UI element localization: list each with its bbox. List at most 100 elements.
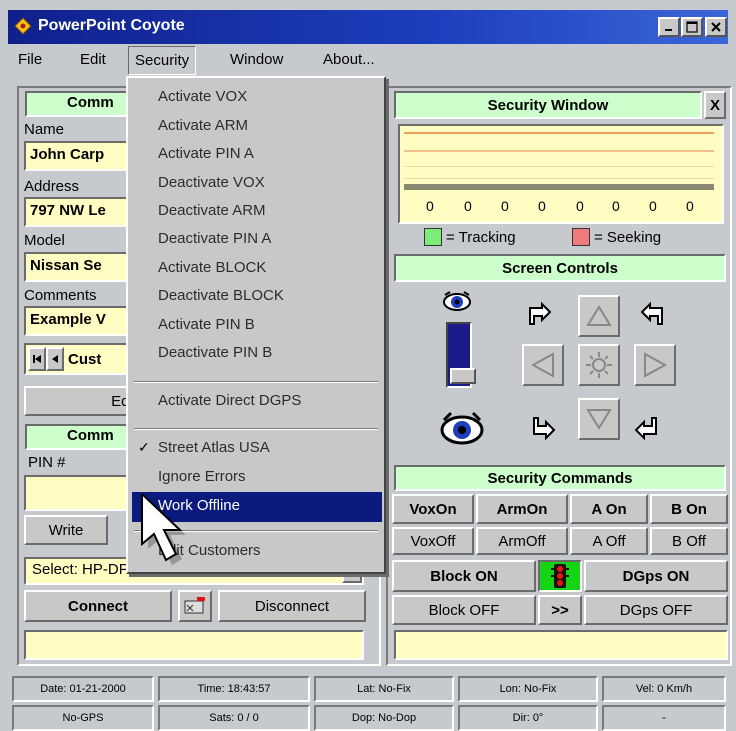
b-off-button[interactable]: B Off <box>650 527 728 555</box>
eye-large-icon[interactable] <box>438 408 486 448</box>
a-on-button[interactable]: A On <box>570 494 648 524</box>
pin-field[interactable] <box>24 475 134 511</box>
minimize-icon[interactable] <box>658 17 680 37</box>
address-field[interactable]: 797 NW Le <box>24 197 134 227</box>
pan-right-button[interactable] <box>634 344 676 386</box>
security-window-close[interactable]: X <box>704 91 726 119</box>
menu-window[interactable]: Window <box>230 51 283 68</box>
disconnect-button[interactable]: Disconnect <box>218 590 366 622</box>
window-title: PowerPoint Coyote <box>38 17 185 34</box>
left-message-bar <box>24 630 364 660</box>
rotate-cw-down-icon[interactable] <box>632 410 662 441</box>
menu-about[interactable]: About... <box>323 51 375 68</box>
customer-nav-text: Cust <box>68 351 102 368</box>
menu-activate-pin-b[interactable]: Activate PIN B <box>158 316 255 333</box>
menu-file[interactable]: File <box>18 51 42 68</box>
security-window-title: Security Window <box>394 91 702 119</box>
meter-value: 0 <box>612 198 620 214</box>
menu-activate-vox[interactable]: Activate VOX <box>158 88 247 105</box>
next-button[interactable]: >> <box>538 595 582 625</box>
menu-edit[interactable]: Edit <box>80 51 106 68</box>
close-icon[interactable] <box>705 17 727 37</box>
dgps-on-button[interactable]: DGps ON <box>584 560 728 592</box>
meter-value: 0 <box>464 198 472 214</box>
tracking-legend: = Tracking <box>446 229 516 246</box>
seeking-swatch <box>572 228 590 246</box>
connect-button[interactable]: Connect <box>24 590 172 622</box>
name-label: Name <box>24 121 65 138</box>
menu-bar: File Edit Security Window About... <box>8 44 728 76</box>
pan-down-button[interactable] <box>578 398 620 440</box>
menu-street-atlas[interactable]: Street Atlas USA <box>158 439 270 456</box>
meter-value: 0 <box>501 198 509 214</box>
meter-value: 0 <box>426 198 434 214</box>
meter-value: 0 <box>576 198 584 214</box>
menu-activate-arm[interactable]: Activate ARM <box>158 117 248 134</box>
mouse-cursor-icon <box>140 491 186 566</box>
rotate-ccw-down-icon[interactable] <box>528 410 558 441</box>
modem-icon[interactable] <box>178 590 212 622</box>
menu-deactivate-pin-b[interactable]: Deactivate PIN B <box>158 344 272 361</box>
address-label: Address <box>24 178 80 195</box>
app-icon <box>14 17 32 35</box>
prev-record-icon[interactable] <box>46 347 64 371</box>
eye-small-icon[interactable] <box>442 290 472 314</box>
status-blank: - <box>602 705 726 731</box>
rotate-cw-up-icon[interactable] <box>638 300 668 330</box>
right-message-bar <box>394 630 728 660</box>
status-sats: Sats: 0 / 0 <box>158 705 310 731</box>
meter-value: 0 <box>538 198 546 214</box>
dgps-off-button[interactable]: DGps OFF <box>584 595 728 625</box>
menu-deactivate-block[interactable]: Deactivate BLOCK <box>158 287 284 304</box>
block-on-button[interactable]: Block ON <box>392 560 536 592</box>
meter-value: 0 <box>686 198 694 214</box>
pan-up-button[interactable] <box>578 295 620 337</box>
menu-separator <box>134 381 378 383</box>
write-button[interactable]: Write <box>24 515 108 545</box>
status-dir: Dir: 0° <box>458 705 598 731</box>
menu-activate-block[interactable]: Activate BLOCK <box>158 259 266 276</box>
status-bar: Date: 01-21-2000 Time: 18:43:57 Lat: No-… <box>8 676 730 731</box>
zoom-slider[interactable] <box>446 322 484 394</box>
name-field[interactable]: John Carp <box>24 141 134 171</box>
arm-on-button[interactable]: ArmOn <box>476 494 568 524</box>
status-time: Time: 18:43:57 <box>158 676 310 702</box>
status-date: Date: 01-21-2000 <box>12 676 154 702</box>
menu-activate-direct-dgps[interactable]: Activate Direct DGPS <box>158 392 301 409</box>
status-dop: Dop: No-Dop <box>314 705 454 731</box>
screen-controls-header: Screen Controls <box>394 254 726 282</box>
menu-activate-pin-a[interactable]: Activate PIN A <box>158 145 254 162</box>
menu-deactivate-pin-a[interactable]: Deactivate PIN A <box>158 230 271 247</box>
menu-security[interactable]: Security <box>128 46 197 75</box>
vox-off-button[interactable]: VoxOff <box>392 527 474 555</box>
menu-deactivate-vox[interactable]: Deactivate VOX <box>158 174 265 191</box>
maximize-icon[interactable] <box>681 17 703 37</box>
center-view-button[interactable] <box>578 344 620 386</box>
first-record-icon[interactable] <box>28 347 46 371</box>
menu-ignore-errors[interactable]: Ignore Errors <box>158 468 246 485</box>
b-on-button[interactable]: B On <box>650 494 728 524</box>
block-off-button[interactable]: Block OFF <box>392 595 536 625</box>
seeking-legend: = Seeking <box>594 229 662 246</box>
title-bar: PowerPoint Coyote <box>8 10 728 44</box>
pan-left-button[interactable] <box>522 344 564 386</box>
meter-value: 0 <box>649 198 657 214</box>
arm-off-button[interactable]: ArmOff <box>476 527 568 555</box>
menu-separator <box>134 428 378 430</box>
model-field[interactable]: Nissan Se <box>24 252 134 282</box>
security-commands-header: Security Commands <box>394 465 726 491</box>
comments-label: Comments <box>24 287 97 304</box>
status-lat: Lat: No-Fix <box>314 676 454 702</box>
status-gps: No-GPS <box>12 705 154 731</box>
status-lon: Lon: No-Fix <box>458 676 598 702</box>
a-off-button[interactable]: A Off <box>570 527 648 555</box>
vox-on-button[interactable]: VoxOn <box>392 494 474 524</box>
traffic-light-icon[interactable] <box>538 560 582 592</box>
rotate-ccw-up-icon[interactable] <box>524 300 554 330</box>
menu-deactivate-arm[interactable]: Deactivate ARM <box>158 202 266 219</box>
model-label: Model <box>24 232 65 249</box>
check-icon: ✓ <box>138 439 150 455</box>
status-vel: Vel: 0 Km/h <box>602 676 726 702</box>
tracking-swatch <box>424 228 442 246</box>
comments-field[interactable]: Example V <box>24 306 134 336</box>
